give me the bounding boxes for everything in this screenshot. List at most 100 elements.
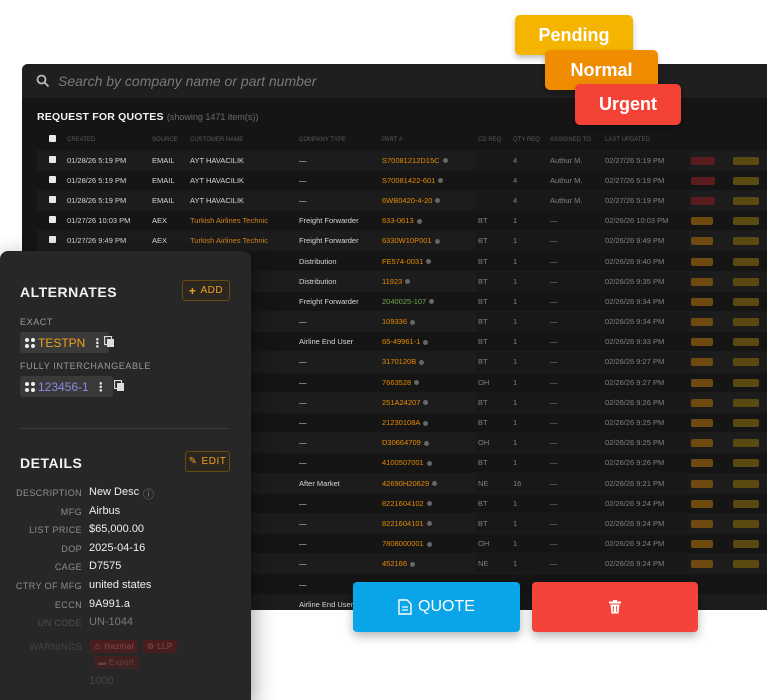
edit-details-button[interactable]: ✎ EDIT [185, 451, 230, 472]
column-header[interactable]: LAST UPDATED [603, 130, 689, 150]
cell-assigned: — [548, 432, 603, 453]
info-icon[interactable] [426, 259, 432, 265]
info-icon[interactable] [423, 420, 429, 426]
column-header[interactable] [689, 130, 731, 150]
exact-part-chip[interactable]: TESTPN ⋮ [20, 332, 110, 353]
table-row[interactable]: 01/27/26 10:03 PM AEX Turkish Airlines Tec… [37, 210, 767, 231]
row-checkbox[interactable] [37, 149, 65, 171]
info-icon[interactable] [410, 561, 416, 567]
add-alternate-button[interactable]: + ADD [182, 280, 230, 301]
cell-part[interactable]: 3170120B [380, 351, 476, 373]
exact-part-number[interactable]: TESTPN [38, 336, 85, 350]
row-checkbox[interactable] [37, 169, 65, 191]
warning-label: LLP [157, 642, 173, 651]
row-checkbox[interactable] [37, 189, 65, 211]
table-row[interactable]: 01/28/26 5:19 PM EMAIL AYT HAVACILIK — S7008… [37, 149, 767, 171]
column-header[interactable]: COMPANY TYPE [297, 130, 380, 150]
row-checkbox[interactable] [37, 210, 65, 231]
info-icon[interactable] [429, 299, 435, 305]
detail-value: 9A991.a [89, 597, 130, 610]
cell-part[interactable]: FE574-0031 [380, 250, 476, 272]
interchangeable-part-chip[interactable]: 123456-1 ⋮ [20, 376, 113, 397]
copy-icon[interactable] [104, 336, 115, 348]
column-header[interactable] [731, 130, 767, 150]
checkbox[interactable] [49, 236, 56, 244]
info-icon[interactable] [426, 541, 432, 547]
info-icon[interactable] [434, 238, 440, 244]
checkbox[interactable] [49, 135, 56, 143]
search-input[interactable]: Search by company name or part number [58, 73, 316, 89]
info-icon[interactable] [423, 339, 429, 345]
checkbox[interactable] [49, 195, 56, 203]
cell-part[interactable]: 8221604102 [380, 492, 476, 514]
urgent-badge[interactable]: Urgent [575, 84, 681, 125]
info-icon[interactable]: ⓘ [143, 486, 154, 502]
table-row[interactable]: 01/28/26 5:19 PM EMAIL AYT HAVACILIK — S7008… [37, 169, 767, 191]
cell-source-text: AEX [152, 216, 168, 226]
info-icon[interactable] [442, 158, 448, 164]
cell-part[interactable]: 7663528 [380, 371, 476, 393]
cell-part[interactable]: 251A24207 [380, 391, 476, 413]
cell-part[interactable]: 452166 [380, 553, 476, 574]
cell-part[interactable]: 65-49961-1 [380, 331, 476, 352]
status-tag [691, 217, 713, 226]
cell-part[interactable]: 11923 [380, 270, 476, 292]
row-checkbox[interactable] [37, 230, 65, 251]
column-header[interactable]: SOURCE [150, 130, 188, 150]
pending-badge[interactable]: Pending [515, 15, 633, 55]
cell-cd: BT [476, 310, 511, 332]
info-icon[interactable] [414, 380, 420, 386]
cell-qty-text: 1 [513, 539, 518, 549]
info-icon[interactable] [416, 218, 422, 224]
cell-part[interactable]: 7808000001 [380, 533, 476, 554]
info-icon[interactable] [426, 521, 432, 527]
info-icon[interactable] [423, 400, 429, 406]
cell-part[interactable]: 4100507001 [380, 452, 476, 473]
column-header[interactable]: ASSIGNED TO [548, 130, 603, 150]
info-icon[interactable] [410, 319, 416, 325]
cell-part[interactable]: D30664709 [380, 432, 476, 453]
copy-icon[interactable] [114, 380, 125, 392]
interchangeable-part-number[interactable]: 123456-1 [38, 380, 89, 394]
column-header[interactable]: PART # [380, 130, 476, 150]
checkbox[interactable] [49, 155, 56, 163]
cell-company-type-text: — [299, 155, 307, 165]
table-row[interactable]: 01/27/26 9:49 PM AEX Turkish Airlines Tech… [37, 230, 767, 251]
cell-part[interactable]: 633-0613 [380, 210, 476, 231]
info-icon[interactable] [426, 501, 432, 507]
status-tag [691, 338, 713, 347]
info-icon[interactable] [423, 440, 429, 446]
info-icon[interactable] [435, 198, 441, 204]
select-all-checkbox[interactable] [37, 130, 65, 150]
column-header[interactable]: QTY REQ [511, 130, 548, 150]
cell-updated-text: 02/26/26 10:03 PM [605, 216, 669, 226]
cell-updated-text: 02/26/26 9:26 PM [605, 458, 665, 468]
cell-updated-text: 02/26/26 9:34 PM [605, 317, 665, 327]
cell-part[interactable]: S70081212D15C [380, 149, 476, 171]
cell-part[interactable]: 8221604101 [380, 512, 476, 534]
column-header[interactable]: CUSTOMER NAME [188, 130, 297, 150]
cell-part[interactable]: 42690H20629 [380, 472, 476, 494]
cell-part[interactable]: 109336 [380, 310, 476, 332]
cell-part[interactable]: 2040025-107 [380, 290, 476, 312]
checkbox[interactable] [49, 175, 56, 183]
checkbox[interactable] [49, 216, 56, 224]
more-options-icon[interactable]: ⋮ [91, 336, 103, 350]
info-icon[interactable] [438, 178, 444, 184]
cell-part[interactable]: 6WB0420-4-20 [380, 189, 476, 211]
info-icon[interactable] [419, 359, 425, 365]
info-icon[interactable] [405, 279, 411, 285]
more-options-icon[interactable]: ⋮ [95, 380, 107, 394]
info-icon[interactable] [432, 481, 438, 487]
delete-button[interactable] [532, 582, 698, 632]
table-row[interactable]: 01/28/26 5:19 PM EMAIL AYT HAVACILIK — 6WB04… [37, 189, 767, 211]
quote-button[interactable]: QUOTE [353, 582, 520, 632]
column-header[interactable]: CREATED [65, 130, 150, 150]
cell-qty: 1 [511, 331, 548, 352]
cell-qty-text: 1 [513, 256, 518, 266]
info-icon[interactable] [426, 460, 432, 466]
cell-part[interactable]: 6330W10P001 [380, 230, 476, 251]
cell-part[interactable]: 21230108A [380, 411, 476, 433]
cell-part[interactable]: S70081422-601 [380, 169, 476, 191]
column-header[interactable]: CD REQ [476, 130, 511, 150]
